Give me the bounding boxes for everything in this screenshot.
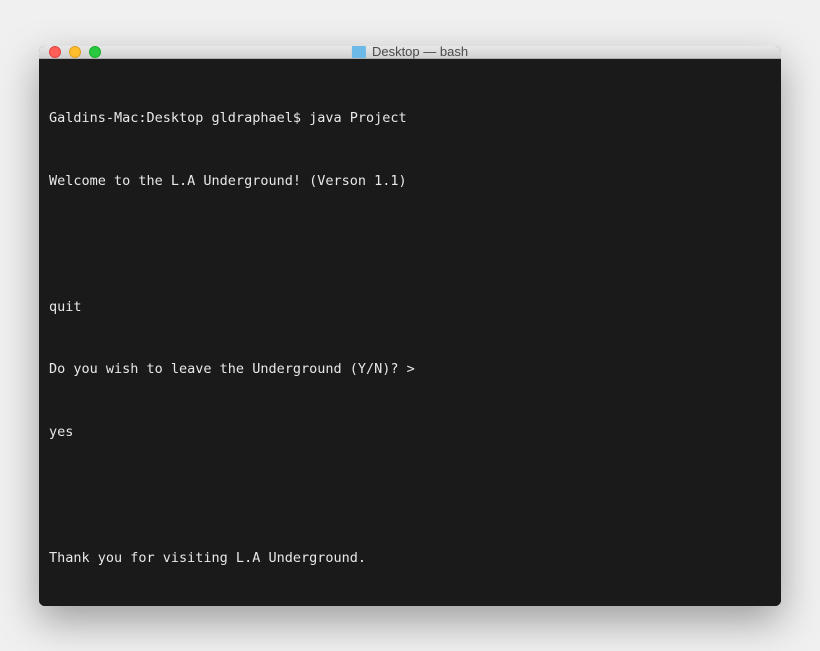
- window-title: Desktop — bash: [372, 46, 468, 60]
- terminal-line: Galdins-Mac:Desktop gldraphael$ java Pro…: [49, 108, 771, 129]
- terminal-line: Do you wish to leave the Underground (Y/…: [49, 359, 771, 380]
- folder-icon: [352, 46, 366, 58]
- close-button[interactable]: [49, 46, 61, 58]
- terminal-line: [49, 485, 771, 506]
- maximize-button[interactable]: [89, 46, 101, 58]
- terminal-window: Desktop — bash Galdins-Mac:Desktop gldra…: [39, 46, 781, 606]
- title-text-container: Desktop — bash: [352, 46, 468, 60]
- window-controls: [39, 46, 101, 58]
- terminal-line: Welcome to the L.A Underground! (Verson …: [49, 171, 771, 192]
- minimize-button[interactable]: [69, 46, 81, 58]
- title-bar: Desktop — bash: [39, 46, 781, 59]
- terminal-content[interactable]: Galdins-Mac:Desktop gldraphael$ java Pro…: [39, 59, 781, 606]
- terminal-line: [49, 234, 771, 255]
- terminal-line: Thank you for visiting L.A Underground.: [49, 548, 771, 569]
- terminal-line: quit: [49, 297, 771, 318]
- terminal-line: yes: [49, 422, 771, 443]
